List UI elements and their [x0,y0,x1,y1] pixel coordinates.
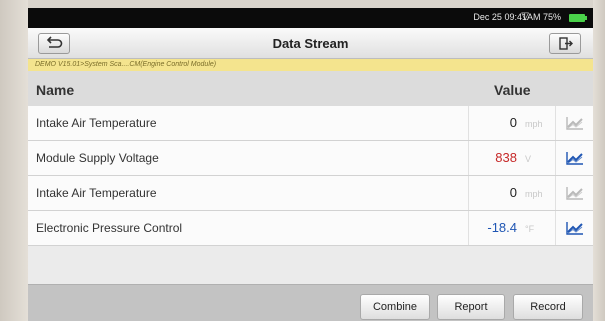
line-chart-icon [566,222,583,235]
battery-percent: 75% [542,12,561,22]
breadcrumb: DEMO V15.01>System Sca....CM(Engine Cont… [28,59,593,71]
record-button[interactable]: Record [513,294,583,320]
row-value: 0 [509,185,517,200]
report-button[interactable]: Report [437,294,505,320]
row-name: Intake Air Temperature [36,116,157,130]
row-value: -18.4 [487,220,517,235]
data-stream-list: Intake Air Temperature 0 mph Module Supp… [28,106,593,246]
row-unit: °F [525,224,535,234]
value-cell: -18.4 °F [468,211,555,245]
line-chart-icon [566,117,583,130]
device-bezel-right [593,0,605,321]
exit-icon [559,37,573,50]
data-row[interactable]: Intake Air Temperature 0 mph [28,176,593,211]
row-unit: mph [525,189,543,199]
status-bar: ▽ Dec 25 09:41AM 75% [28,8,593,28]
value-cell: 838 V [468,141,555,175]
device-screen: ▽ Dec 25 09:41AM 75% Data Stream DEMO V1… [28,8,593,321]
list-empty-area [28,246,593,284]
row-value: 0 [509,115,517,130]
graph-toggle-button[interactable] [555,176,593,210]
data-row[interactable]: Electronic Pressure Control -18.4 °F [28,211,593,246]
column-header-name: Name [36,82,75,98]
combine-button[interactable]: Combine [360,294,430,320]
graph-toggle-button[interactable] [555,141,593,175]
graph-toggle-button[interactable] [555,106,593,140]
value-cell: 0 mph [468,106,555,140]
row-unit: mph [525,119,543,129]
row-name: Module Supply Voltage [36,151,159,165]
exit-button[interactable] [549,33,581,54]
bottom-toolbar: Combine Report Record [28,284,593,321]
data-row[interactable]: Module Supply Voltage 838 V [28,141,593,176]
column-header: Name Value [28,71,593,106]
data-row[interactable]: Intake Air Temperature 0 mph [28,106,593,141]
column-header-value: Value [494,82,531,98]
device-bezel-left [0,0,28,321]
row-name: Intake Air Temperature [36,186,157,200]
row-unit: V [525,154,532,164]
battery-icon [569,14,587,22]
graph-toggle-button[interactable] [555,211,593,245]
row-name: Electronic Pressure Control [36,221,183,235]
title-bar: Data Stream [28,28,593,59]
value-cell: 0 mph [468,176,555,210]
page-title: Data Stream [272,36,349,51]
row-value: 838 [495,150,517,165]
line-chart-icon [566,187,583,200]
status-datetime: Dec 25 09:41AM [473,12,541,22]
line-chart-icon [566,152,583,165]
